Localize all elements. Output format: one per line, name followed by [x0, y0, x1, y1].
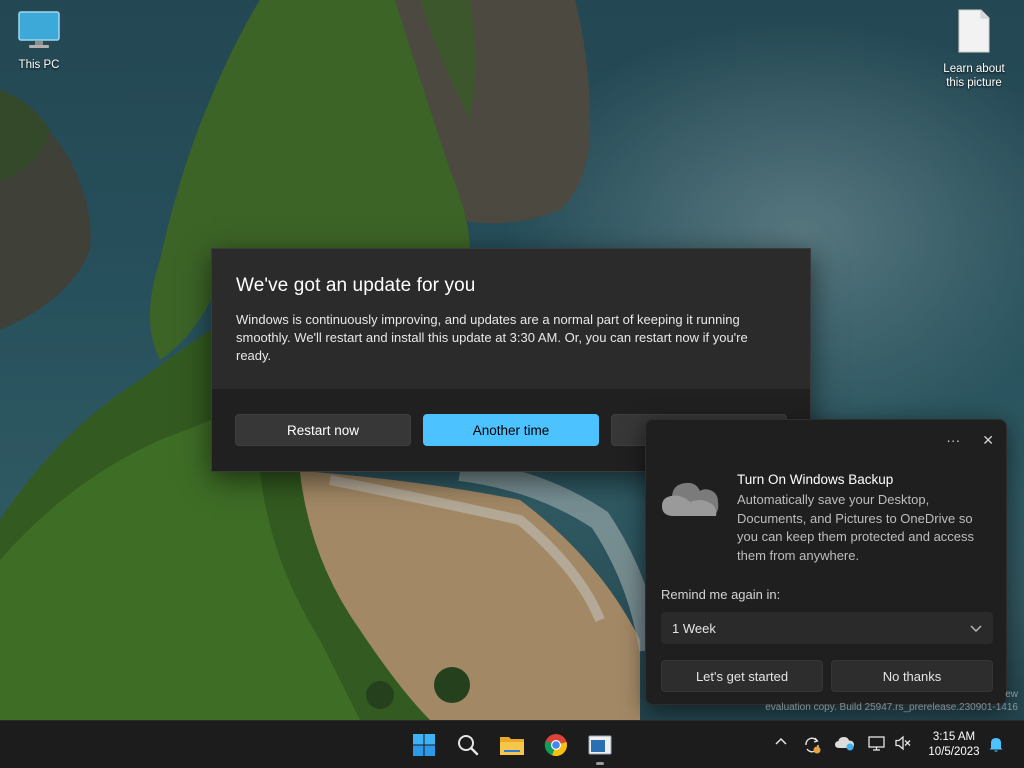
dialog-body-text: Windows is continuously improving, and u…: [236, 312, 748, 363]
backup-notification: ··· ✕ Turn On Windows Backup Automatical…: [645, 419, 1007, 705]
more-options-icon[interactable]: ···: [946, 432, 960, 449]
desktop-icon-label: Learn about this picture: [943, 63, 1005, 89]
chevron-up-icon[interactable]: [774, 735, 788, 749]
desktop-icon-this-pc[interactable]: This PC: [7, 10, 71, 72]
search-icon[interactable]: [452, 729, 484, 761]
notification-bell-icon[interactable]: [988, 735, 1004, 753]
volume-muted-icon[interactable]: [894, 735, 912, 751]
clock-time: 3:15 AM: [932, 731, 976, 743]
clock-date: 10/5/2023: [928, 746, 980, 758]
toast-description: Automatically save your Desktop, Documen…: [737, 492, 975, 563]
build-watermark: ew evaluation copy. Build 25947.rs_prere…: [765, 689, 1018, 713]
windows-start-icon[interactable]: [408, 729, 440, 761]
close-icon[interactable]: ✕: [982, 432, 994, 449]
dialog-title: We've got an update for you: [236, 275, 476, 296]
sync-icon[interactable]: [802, 735, 822, 755]
chrome-icon[interactable]: [540, 729, 572, 761]
system-clock[interactable]: 3:15 AM 10/5/2023: [918, 730, 990, 760]
document-icon: [942, 8, 1006, 58]
remind-interval-value: 1 Week: [672, 620, 716, 636]
desktop-icon-learn-about-picture[interactable]: Learn about this picture: [942, 8, 1006, 90]
onedrive-cloud-icon: [660, 476, 722, 525]
monitor-icon: [7, 10, 71, 54]
remind-label: Remind me again in:: [661, 587, 781, 602]
restart-now-button[interactable]: Restart now: [235, 414, 411, 446]
chevron-down-icon: [970, 621, 982, 636]
app-window-icon[interactable]: [584, 729, 616, 765]
taskbar: 3:15 AM 10/5/2023: [0, 720, 1024, 768]
onedrive-icon[interactable]: [834, 735, 856, 751]
another-time-button[interactable]: Another time: [423, 414, 599, 446]
remind-interval-select[interactable]: 1 Week: [661, 612, 993, 644]
toast-title: Turn On Windows Backup: [737, 472, 894, 487]
desktop-icon-label: This PC: [18, 59, 60, 71]
file-explorer-icon[interactable]: [496, 729, 528, 761]
network-icon[interactable]: [866, 735, 888, 753]
